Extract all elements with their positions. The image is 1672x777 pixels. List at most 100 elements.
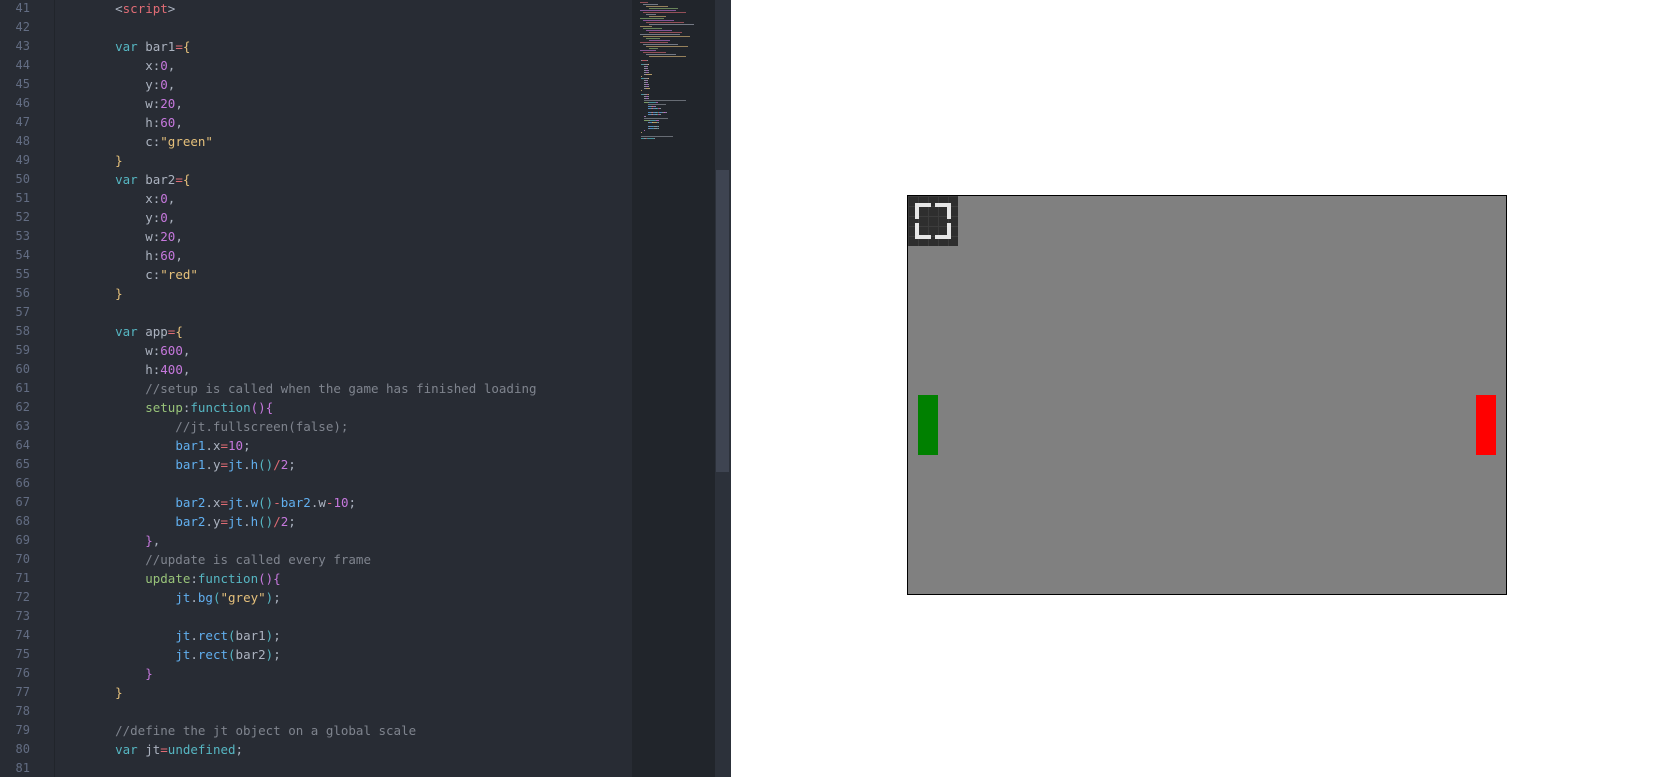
code-token: h [85,115,153,130]
code-token: , [167,58,176,73]
fullscreen-button[interactable] [908,196,958,246]
code-line[interactable]: jt.bg("grey"); [85,588,281,607]
minimap-token [658,122,659,123]
code-line[interactable]: } [85,151,123,170]
code-line[interactable]: x:0, [85,56,175,75]
code-line[interactable]: x:0, [85,189,175,208]
minimap-token [643,20,674,21]
code-line[interactable]: } [85,664,153,683]
code-token: jt [228,457,244,472]
code-line[interactable]: w:20, [85,227,183,246]
code-line[interactable]: //define the jt object on a global scale [85,721,416,740]
minimap-token [646,60,648,61]
code-line[interactable]: y:0, [85,208,175,227]
code-token: . [190,628,198,643]
code-line[interactable]: }, [85,531,160,550]
minimap-token [649,32,682,33]
code-token: //jt.fullscreen(false); [85,419,349,434]
code-line[interactable]: w:20, [85,94,183,113]
code-area[interactable]: <script> var bar1={ x:0, y:0, w:20, h:60… [55,0,632,777]
code-token: = [160,742,168,757]
line-number: 45 [15,77,30,91]
fullscreen-icon [908,196,958,246]
code-line[interactable]: } [85,284,123,303]
code-token: , [167,210,176,225]
code-token: bar1 [175,438,206,453]
code-token: . [205,514,213,529]
minimap-token [648,96,650,97]
code-line[interactable]: var bar1={ [85,37,190,56]
code-token: , [175,229,183,244]
code-line[interactable]: c:"green" [85,132,213,151]
minimap-token [654,106,656,107]
code-line[interactable]: var app={ [85,322,183,341]
code-token: 10 [228,438,244,453]
code-token: . [205,495,213,510]
minimap-token [646,66,648,67]
code-line[interactable]: h:400, [85,360,190,379]
code-token: { [175,324,183,339]
line-number: 81 [15,761,30,775]
code-token: w [318,495,326,510]
code-line[interactable]: y:0, [85,75,175,94]
minimap-token [640,2,648,3]
game-canvas[interactable] [907,195,1507,595]
minimap-token [646,38,660,39]
code-token: c [85,134,153,149]
code-line[interactable]: } [85,683,123,702]
code-line[interactable]: jt.rect(bar1); [85,626,280,645]
code-line[interactable]: var jt=undefined; [85,740,243,759]
code-token: 0 [160,58,168,73]
minimap-token [647,70,649,71]
code-line[interactable]: bar1.x=10; [85,436,250,455]
code-token: } [145,533,153,548]
code-token: ; [235,742,244,757]
code-line[interactable]: //setup is called when the game has fini… [85,379,536,398]
code-token: jt [175,647,191,662]
code-line[interactable]: jt.rect(bar2); [85,645,280,664]
line-number: 80 [15,742,30,756]
code-line[interactable]: bar2.y=jt.h()/2; [85,512,296,531]
code-token: w [85,229,153,244]
code-line[interactable]: update:function(){ [85,569,281,588]
code-token: , [152,533,161,548]
code-token: ; [288,514,296,529]
code-token: = [220,438,229,453]
line-number: 76 [15,666,30,680]
code-line[interactable]: h:60, [85,113,183,132]
code-line[interactable]: <script> [85,0,175,18]
code-token: , [167,77,176,92]
minimap-preview [638,0,714,145]
code-token: function [190,400,251,415]
code-line[interactable]: c:"red" [85,265,198,284]
code-line[interactable]: h:60, [85,246,183,265]
minimap-token [641,78,644,79]
code-token: , [175,115,183,130]
code-token: ; [273,590,281,605]
code-line[interactable]: //update is called every frame [85,550,371,569]
minimap-token [655,102,658,103]
minimap-token [643,44,678,45]
editor-scrollbar[interactable] [715,0,731,777]
line-number: 72 [15,590,30,604]
code-editor[interactable]: 41 42 43 44 45 46 47 48 49 50 51 52 53 54 55 56 57 58 59 60… [0,0,731,777]
code-line[interactable]: bar2.x=jt.w()-bar2.w-10; [85,493,356,512]
code-token: (){ [258,571,281,586]
code-token: h [85,362,153,377]
code-line[interactable]: //jt.fullscreen(false); [85,417,348,436]
code-line[interactable]: bar1.y=jt.h()/2; [85,455,295,474]
scrollbar-thumb[interactable] [716,170,729,472]
code-line[interactable]: setup:function(){ [85,398,273,417]
code-line[interactable]: var bar2={ [85,170,190,189]
minimap-token [648,64,650,65]
code-line[interactable]: w:600, [85,341,190,360]
minimap[interactable] [632,0,715,777]
minimap-token [643,4,658,5]
code-token: . [243,514,251,529]
code-token: var [115,324,138,339]
code-token: bar1 [175,457,206,472]
minimap-token [643,36,690,37]
